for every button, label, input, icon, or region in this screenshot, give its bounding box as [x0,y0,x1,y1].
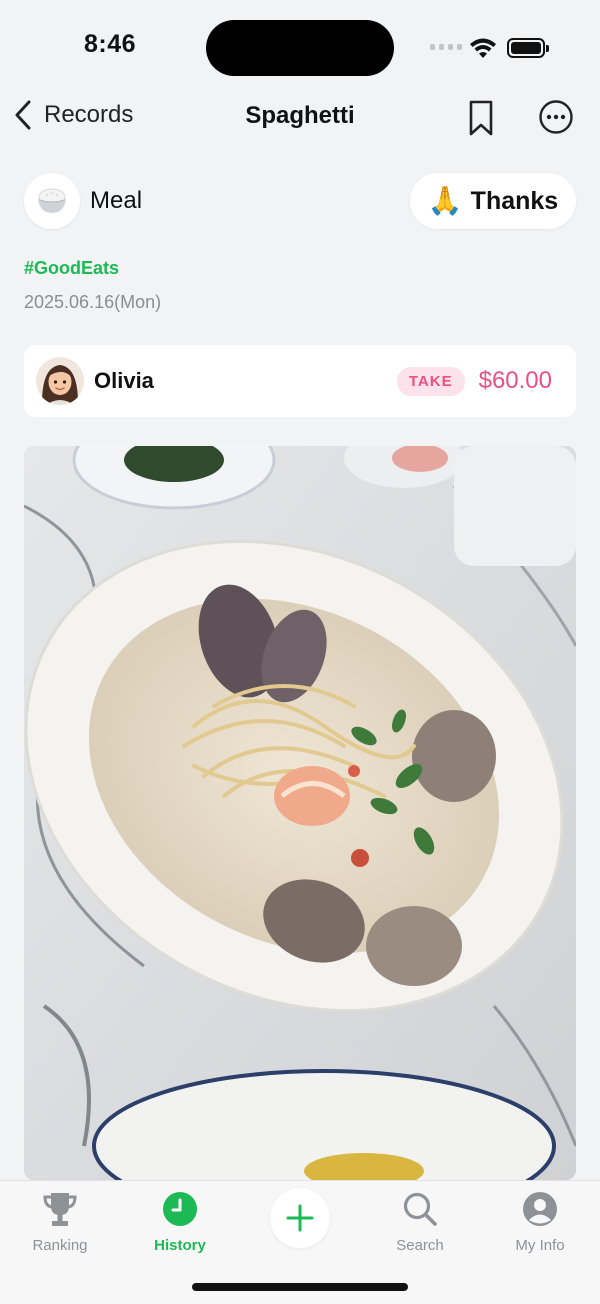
cellular-signal-icon [430,44,462,50]
record-date: 2025.06.16(Mon) [24,292,162,312]
folded-hands-icon: 🙏 [427,185,463,216]
tab-search[interactable]: Search [360,1189,480,1254]
bookmark-icon[interactable] [464,98,498,138]
home-indicator[interactable] [192,1283,408,1291]
category-name: Meal [90,187,143,214]
plus-icon [286,1204,314,1232]
more-options-icon[interactable] [538,99,574,135]
person-name: Olivia [94,368,154,393]
tab-my-info-label: My Info [515,1237,565,1254]
hashtag[interactable]: #GoodEats [24,258,119,279]
transaction-type-badge: TAKE [396,366,465,396]
tab-history-label: History [154,1237,206,1254]
transaction-card[interactable]: Olivia TAKE $60.00 [24,345,576,417]
tab-my-info[interactable]: My Info [480,1189,600,1254]
tab-search-label: Search [396,1237,444,1254]
dynamic-island [206,20,394,76]
thanks-label: Thanks [470,186,559,215]
profile-icon [520,1189,560,1229]
wifi-icon [470,38,496,58]
rice-bowl-icon [24,173,80,229]
status-bar: 8:46 [0,0,600,96]
category-label: Meal [24,173,142,229]
tab-history[interactable]: History [120,1189,240,1254]
page-title: Spaghetti [245,102,355,129]
tab-ranking-label: Ranking [32,1237,88,1254]
transaction-amount: $60.00 [478,367,552,394]
navigation-bar: Records Spaghetti [0,90,600,146]
search-icon [400,1189,440,1229]
battery-icon [507,38,549,58]
avatar [36,357,84,405]
tab-ranking[interactable]: Ranking [0,1189,120,1254]
food-photo[interactable] [24,446,576,1180]
trophy-icon [40,1189,80,1229]
thanks-button[interactable]: 🙏 Thanks [410,173,576,229]
status-time: 8:46 [83,30,137,58]
add-record-button[interactable] [270,1188,330,1248]
clock-icon [160,1189,200,1229]
